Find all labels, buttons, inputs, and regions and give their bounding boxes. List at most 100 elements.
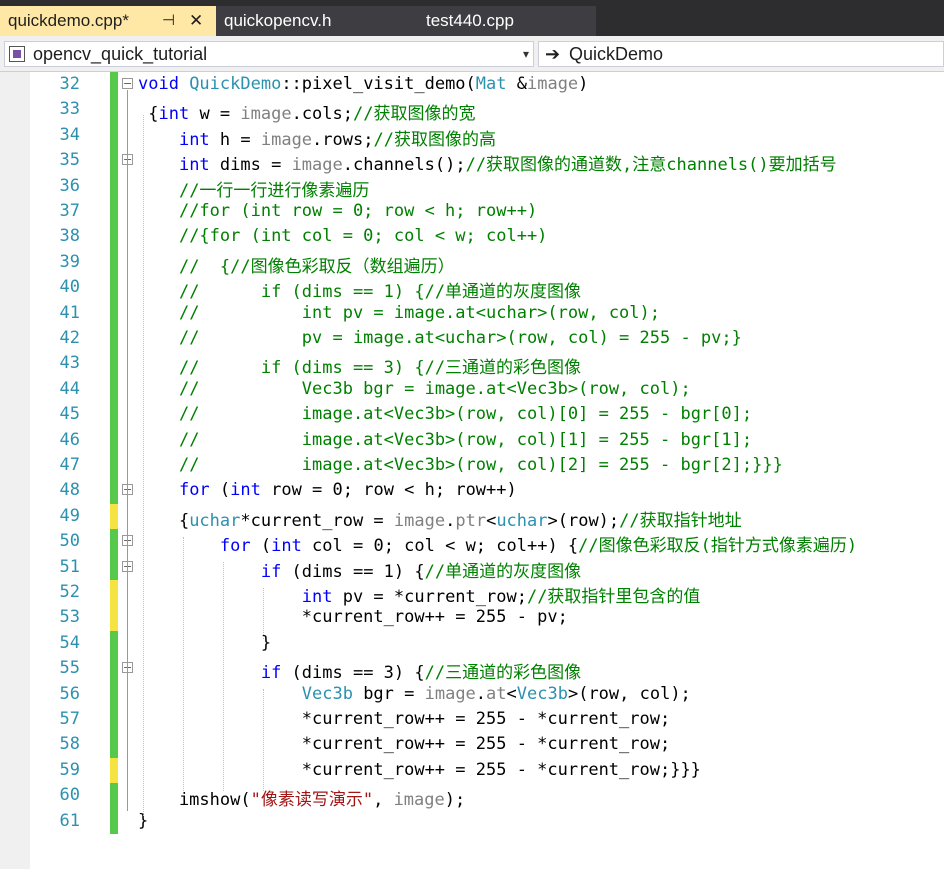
change-marker (110, 224, 118, 250)
line-number: 41 (59, 302, 80, 323)
tab-strip: quickdemo.cpp* ⊣ ✕ quickopencv.h test440… (0, 0, 944, 36)
chevron-down-icon[interactable]: ▾ (523, 42, 529, 66)
line-number: 36 (59, 175, 80, 196)
code-line[interactable]: 32 − void QuickDemo::pixel_visit_demo(Mat … (0, 72, 944, 98)
code-line[interactable]: 36 //一行一行进行像素遍历 (0, 173, 944, 201)
arrow-right-icon: ➔ (545, 44, 561, 64)
fold-outline (127, 90, 128, 812)
change-marker (110, 326, 118, 352)
tab-quickopencv-h[interactable]: quickopencv.h (216, 6, 406, 36)
navigation-bar: opencv_quick_tutorial ▾ ➔ QuickDemo (0, 36, 944, 72)
line-number: 37 (59, 201, 80, 221)
line-number: 47 (59, 455, 80, 475)
code-line[interactable]: 57 *current_row++ = 255 - *current_row; (0, 707, 944, 733)
code-text: *current_row++ = 255 - *current_row; (138, 709, 671, 729)
code-line[interactable]: 52 int pv = *current_row;//获取指针里包含的值 (0, 580, 944, 607)
code-text: void QuickDemo::pixel_visit_demo(Mat &im… (138, 74, 589, 94)
line-number: 60 (59, 785, 80, 806)
close-icon[interactable]: ✕ (189, 6, 203, 36)
code-text: // if (dims == 1) {//单通道的灰度图像 (178, 282, 582, 303)
code-line[interactable]: 42 // pv = image.at<uchar>(row, col) = 2… (0, 326, 944, 352)
code-line[interactable]: 48− for (int row = 0; row < h; row++) (0, 478, 944, 504)
tab-label: quickopencv.h (224, 11, 332, 30)
project-name: opencv_quick_tutorial (33, 44, 208, 64)
line-number: 54 (59, 632, 80, 653)
code-text: // pv = image.at<uchar>(row, col) = 255 … (178, 328, 742, 348)
code-text: imshow("像素读写演示", image); (138, 790, 466, 811)
change-marker (110, 97, 118, 123)
line-number: 52 (59, 582, 80, 602)
code-text: *current_row++ = 255 - pv; (138, 607, 568, 628)
project-dropdown[interactable]: opencv_quick_tutorial ▾ (4, 41, 534, 67)
code-text: Vec3b bgr = image.at<Vec3b>(row, col); (301, 683, 691, 704)
code-line[interactable]: 37 //for (int row = 0; row < h; row++) (0, 199, 944, 225)
line-number: 32 (59, 74, 80, 94)
pin-icon[interactable]: ⊣ (162, 6, 175, 36)
code-line[interactable]: 56 Vec3b bgr = image.at<Vec3b>(row, col)… (0, 681, 944, 707)
code-line[interactable]: 41 // int pv = image.at<uchar>(row, col)… (0, 300, 944, 326)
code-line[interactable]: 59 *current_row++ = 255 - *current_row;}… (0, 757, 944, 784)
code-line[interactable]: 45 // image.at<Vec3b>(row, col)[0] = 255… (0, 402, 944, 428)
indent-guide (183, 537, 184, 792)
line-number: 48 (59, 480, 80, 501)
change-marker (110, 148, 118, 174)
change-marker (110, 580, 118, 606)
change-marker (110, 503, 118, 530)
code-text: } (138, 632, 272, 653)
change-marker (110, 707, 118, 733)
code-text: // int pv = image.at<uchar>(row, col); (178, 302, 660, 323)
code-line[interactable]: 53 *current_row++ = 255 - pv; (0, 605, 944, 631)
code-line[interactable]: 38 //{for (int col = 0; col < w; col++) (0, 224, 944, 250)
code-line[interactable]: 49 {uchar*current_row = image.ptr<uchar>… (0, 503, 944, 531)
code-line[interactable]: 51− if (dims == 1) {//单通道的灰度图像 (0, 554, 944, 582)
code-line[interactable]: 39 // {//图像色彩取反（数组遍历） (0, 249, 944, 277)
code-editor[interactable]: 32 − void QuickDemo::pixel_visit_demo(Mat … (0, 72, 944, 869)
change-marker (110, 351, 118, 377)
collapse-icon[interactable]: − (122, 78, 133, 89)
tab-quickdemo-cpp[interactable]: quickdemo.cpp* ⊣ ✕ (0, 6, 216, 36)
code-line[interactable]: 44 // Vec3b bgr = image.at<Vec3b>(row, c… (0, 376, 944, 403)
code-line[interactable]: 58 *current_row++ = 255 - *current_row; (0, 732, 944, 758)
line-number: 51 (59, 556, 80, 577)
code-line[interactable]: 40 // if (dims == 1) {//单通道的灰度图像 (0, 275, 944, 303)
member-dropdown[interactable]: ➔ QuickDemo (538, 41, 944, 67)
code-line[interactable]: 46 // image.at<Vec3b>(row, col)[1] = 255… (0, 427, 944, 453)
line-number: 43 (59, 353, 80, 374)
code-line[interactable]: 43 // if (dims == 3) {//三通道的彩色图像 (0, 351, 944, 378)
change-marker (110, 757, 118, 784)
code-text: //一行一行进行像素遍历 (178, 180, 370, 201)
code-line[interactable]: 35− int dims = image.channels();//获取图像的通… (0, 148, 944, 175)
line-number: 57 (59, 709, 80, 729)
change-marker (110, 249, 118, 276)
change-marker (110, 173, 118, 199)
code-line[interactable]: 61} (0, 808, 944, 834)
code-line[interactable]: 47 // image.at<Vec3b>(row, col)[2] = 255… (0, 453, 944, 479)
line-number: 58 (59, 734, 80, 755)
line-number: 33 (59, 99, 80, 120)
code-line[interactable]: 54 } (0, 630, 944, 657)
tab-test440-cpp[interactable]: test440.cpp (406, 6, 596, 36)
change-marker (110, 681, 118, 707)
change-marker (110, 402, 118, 428)
indent-guide (143, 115, 144, 817)
change-marker (110, 427, 118, 453)
change-marker (110, 122, 118, 149)
change-marker (110, 72, 118, 98)
code-line[interactable]: 55− if (dims == 3) {//三通道的彩色图像 (0, 656, 944, 683)
change-marker (110, 808, 118, 834)
code-text: int h = image.rows;//获取图像的高 (178, 129, 496, 150)
indent-guide (263, 587, 264, 639)
change-marker (110, 376, 118, 403)
code-text: // Vec3b bgr = image.at<Vec3b>(row, col)… (178, 378, 691, 399)
line-number: 49 (59, 505, 80, 526)
tab-label: quickdemo.cpp* (8, 11, 129, 30)
code-line[interactable]: 34 int h = image.rows;//获取图像的高 (0, 122, 944, 150)
code-line[interactable]: 60 imshow("像素读写演示", image); (0, 783, 944, 811)
line-number: 42 (59, 328, 80, 348)
code-line[interactable]: 50− for (int col = 0; col < w; col++) {/… (0, 529, 944, 556)
code-line[interactable]: 33 {int w = image.cols;//获取图像的宽 (0, 97, 944, 124)
line-number: 40 (59, 277, 80, 298)
project-icon (9, 46, 25, 62)
line-number: 50 (59, 531, 80, 552)
change-marker (110, 529, 118, 555)
